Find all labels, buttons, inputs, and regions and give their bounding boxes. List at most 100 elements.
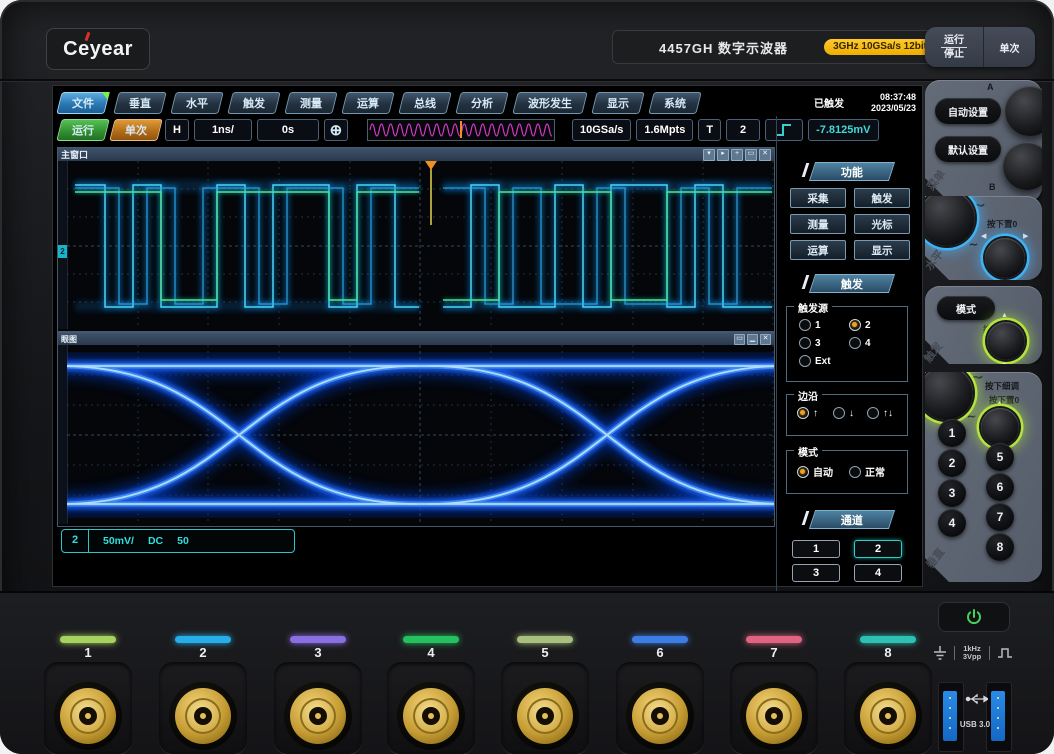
mode-auto[interactable]: 自动	[797, 464, 833, 479]
menu-item-analysis[interactable]: 分析	[455, 92, 508, 114]
trigger-mode-button[interactable]: 模式	[937, 296, 995, 320]
menu-item-bus[interactable]: 总线	[398, 92, 451, 114]
trigger-source-2[interactable]: 2	[849, 319, 871, 331]
menu-item-horizontal[interactable]: 水平	[170, 92, 223, 114]
trigger-source-4[interactable]: 4	[849, 337, 871, 349]
panel-key-1[interactable]: 1	[938, 419, 966, 447]
sidebar-button-measure[interactable]: 测量	[790, 214, 846, 234]
zoom-icon[interactable]: ⊕	[324, 119, 348, 141]
channel-button-3[interactable]: 3	[792, 564, 840, 582]
trigger-level-knob[interactable]	[987, 322, 1025, 360]
sidebar-button-cursor[interactable]: 光标	[854, 214, 910, 234]
menu-item-file[interactable]: 文件	[56, 92, 109, 114]
up-arrow-icon: ▲	[996, 400, 1003, 407]
autoset-button[interactable]: 自动设置	[935, 98, 1001, 124]
panel-key-6[interactable]: 6	[986, 473, 1014, 501]
press-zero-label: 按下置0	[987, 218, 1017, 230]
channel2-status-badge[interactable]: 2 50mV/ DC 50	[61, 529, 295, 553]
panel-key-4[interactable]: 4	[938, 509, 966, 537]
usb-port-1[interactable]	[938, 682, 964, 752]
close-icon[interactable]: ✕	[760, 334, 771, 345]
vertical-scale-knob[interactable]	[919, 366, 973, 420]
press-fine-label: 按下细调	[985, 380, 1019, 392]
main-window-controls: ▾ ▸ + ▭ ✕	[703, 149, 771, 161]
horizontal-scale-knob[interactable]	[919, 190, 975, 246]
usb-group: USB 3.0	[938, 678, 1012, 752]
panel-key-8[interactable]: 8	[986, 533, 1014, 561]
trigger-source-box[interactable]: 2	[726, 119, 760, 141]
channel6-color-strip	[632, 636, 688, 643]
oscilloscope-front: Ceyear 4457GH 数字示波器 3GHz 10GSa/s 12bit 运…	[0, 0, 1054, 754]
timebase-value[interactable]: 1ns/	[194, 119, 252, 141]
menu-item-trigger[interactable]: 触发	[227, 92, 280, 114]
trigger-source-3[interactable]: 3	[799, 337, 821, 349]
stop-label: 停止	[944, 49, 964, 60]
knob-b[interactable]	[1003, 142, 1051, 190]
channel-button-4[interactable]: 4	[854, 564, 902, 582]
channel3-number: 3	[298, 645, 338, 660]
power-icon	[965, 608, 983, 626]
sidebar-button-trigger[interactable]: 触发	[854, 188, 910, 208]
knob-a[interactable]	[1005, 86, 1054, 136]
header-tick	[802, 511, 810, 525]
channel-button-1[interactable]: 1	[792, 540, 840, 558]
menu-item-wavegen[interactable]: 波形发生	[512, 92, 587, 114]
sidebar-button-math[interactable]: 运算	[790, 240, 846, 260]
restore-icon[interactable]: ▭	[734, 334, 745, 345]
sidebar-button-acquire[interactable]: 采集	[790, 188, 846, 208]
run-soft-button[interactable]: 运行	[56, 119, 109, 141]
waveform-preview[interactable]	[367, 119, 555, 141]
eye-window-titlebar[interactable]: 眼图 ▭ ▁ ✕	[58, 333, 774, 345]
model-title: 4457GH 数字示波器	[659, 38, 824, 57]
pin-icon[interactable]: ▾	[703, 149, 715, 161]
power-button[interactable]	[938, 602, 1010, 632]
badge-scale: 50mV/	[103, 535, 134, 547]
menu-item-display[interactable]: 显示	[591, 92, 644, 114]
edge-rising[interactable]: ↑	[797, 407, 818, 419]
main-window-titlebar[interactable]: 主窗口 ▾ ▸ + ▭ ✕	[58, 148, 774, 161]
expand-icon[interactable]: ▸	[717, 149, 729, 161]
badge-coupling: DC	[148, 535, 163, 547]
badge-channel-number: 2	[62, 530, 89, 552]
menu-item-math[interactable]: 运算	[341, 92, 394, 114]
sample-rate: 10GSa/s	[572, 119, 631, 141]
panel-key-2[interactable]: 2	[938, 449, 966, 477]
channel8-number: 8	[868, 645, 908, 660]
run-stop-button[interactable]: 运行 停止	[925, 27, 984, 67]
minimize-icon[interactable]: ▭	[745, 149, 757, 161]
horizontal-indicator[interactable]: H	[165, 119, 189, 141]
channel2-marker[interactable]: 2	[58, 245, 67, 258]
close-icon[interactable]: ✕	[759, 149, 771, 161]
horizontal-position[interactable]: 0s	[257, 119, 319, 141]
square-wave-icon	[997, 646, 1013, 660]
horizontal-position-knob[interactable]	[985, 238, 1025, 278]
mode-normal[interactable]: 正常	[849, 464, 885, 479]
trigger-source-ext[interactable]: Ext	[799, 355, 831, 367]
menu-item-system[interactable]: 系统	[648, 92, 701, 114]
sidebar-button-display[interactable]: 显示	[854, 240, 910, 260]
menu-item-measure[interactable]: 测量	[284, 92, 337, 114]
vertical-position-knob[interactable]	[981, 408, 1019, 446]
main-plot[interactable]: 2	[58, 161, 774, 329]
ground-icon	[933, 645, 947, 661]
panel-key-3[interactable]: 3	[938, 479, 966, 507]
memory-depth: 1.6Mpts	[636, 119, 693, 141]
panel-key-7[interactable]: 7	[986, 503, 1014, 531]
edge-falling[interactable]: ↓	[833, 407, 854, 419]
channel-button-2[interactable]: 2	[854, 540, 902, 558]
spec-badge: 3GHz 10GSa/s 12bit	[824, 39, 936, 55]
menu-item-vertical[interactable]: 垂直	[113, 92, 166, 114]
main-waveform-svg	[67, 161, 774, 329]
eye-plot[interactable]	[58, 345, 774, 524]
usb-port-2[interactable]	[986, 682, 1012, 752]
default-setup-button[interactable]: 默认设置	[935, 136, 1001, 162]
trigger-indicator: T	[698, 119, 721, 141]
edge-either[interactable]: ↑↓	[867, 407, 893, 419]
minimize-icon[interactable]: ▁	[747, 334, 758, 345]
single-hard-button[interactable]: 单次	[984, 27, 1035, 67]
panel-key-5[interactable]: 5	[986, 443, 1014, 471]
add-icon[interactable]: +	[731, 149, 743, 161]
single-soft-button[interactable]: 单次	[109, 119, 162, 141]
channel5-number: 5	[525, 645, 565, 660]
trigger-source-1[interactable]: 1	[799, 319, 821, 331]
